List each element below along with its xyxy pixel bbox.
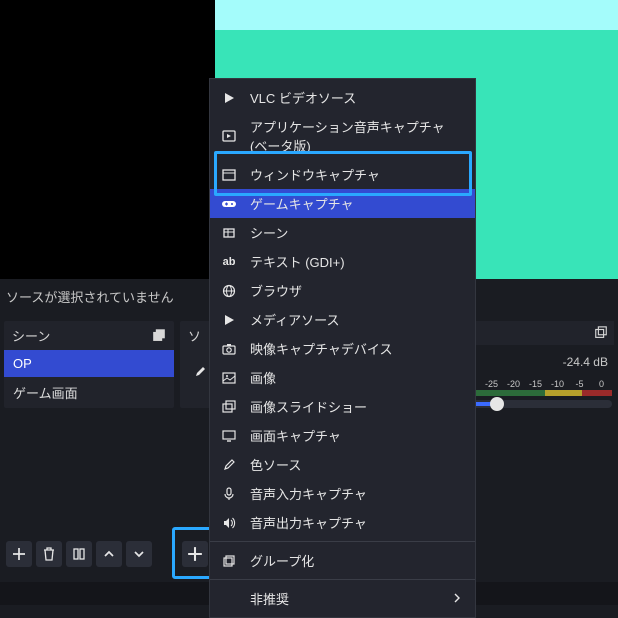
menu-label: 画面キャプチャ [250, 426, 341, 445]
gamepad-icon [220, 196, 238, 212]
menu-item-display-capture[interactable]: 画面キャプチャ [210, 421, 475, 450]
menu-item-media[interactable]: メディアソース [210, 305, 475, 334]
slider-thumb[interactable] [490, 397, 504, 411]
menu-label: 映像キャプチャデバイス [250, 339, 392, 358]
scene-item-game[interactable]: ゲーム画面 [4, 377, 174, 408]
menu-item-app-audio[interactable]: アプリケーション音声キャプチャ (ベータ版) [210, 112, 475, 160]
menu-label: 色ソース [250, 455, 301, 474]
tick: -15 [525, 378, 546, 390]
menu-label: メディアソース [250, 310, 339, 329]
blank-icon [220, 591, 238, 607]
mic-icon [220, 486, 238, 502]
scenes-panel-title: シーン [12, 326, 50, 345]
chevron-right-icon [453, 591, 461, 606]
menu-separator [210, 579, 475, 580]
menu-label: グループ化 [250, 551, 314, 570]
menu-label: ブラウザ [250, 281, 302, 300]
add-source-menu: VLC ビデオソース アプリケーション音声キャプチャ (ベータ版) ウィンドウキ… [209, 78, 476, 618]
sources-toolbar [182, 541, 208, 567]
audio-mixer-panel [462, 321, 614, 345]
menu-item-deprecated[interactable]: 非推奨 [210, 584, 475, 613]
add-source-button[interactable] [182, 541, 208, 567]
scene-list: OP ゲーム画面 [4, 350, 174, 408]
scene-filters-button[interactable] [66, 541, 92, 567]
menu-item-audio-output[interactable]: 音声出力キャプチャ [210, 508, 475, 537]
menu-label: ゲームキャプチャ [250, 194, 353, 213]
menu-item-game-capture[interactable]: ゲームキャプチャ [210, 189, 475, 218]
delete-scene-button[interactable] [36, 541, 62, 567]
menu-item-text[interactable]: ab テキスト (GDI+) [210, 247, 475, 276]
speaker-icon [220, 515, 238, 531]
play-icon [220, 312, 238, 328]
scene-toolbar [6, 541, 152, 567]
audio-db-value: -24.4 dB [563, 355, 608, 369]
camera-icon [220, 341, 238, 357]
menu-item-video-capture[interactable]: 映像キャプチャデバイス [210, 334, 475, 363]
menu-item-scene[interactable]: シーン [210, 218, 475, 247]
move-scene-down-button[interactable] [126, 541, 152, 567]
menu-item-image[interactable]: 画像 [210, 363, 475, 392]
tick: -25 [481, 378, 502, 390]
popout-icon[interactable] [594, 326, 608, 340]
move-scene-up-button[interactable] [96, 541, 122, 567]
app-audio-icon [220, 128, 238, 144]
menu-item-browser[interactable]: ブラウザ [210, 276, 475, 305]
menu-item-vlc[interactable]: VLC ビデオソース [210, 83, 475, 112]
menu-label: テキスト (GDI+) [250, 252, 345, 271]
globe-icon [220, 283, 238, 299]
menu-label: シーン [250, 223, 288, 242]
menu-label: 非推奨 [250, 589, 289, 608]
menu-item-group[interactable]: グループ化 [210, 546, 475, 575]
menu-label: アプリケーション音声キャプチャ (ベータ版) [250, 117, 461, 155]
audio-meter [464, 390, 612, 396]
display-icon [220, 428, 238, 444]
menu-label: 音声出力キャプチャ [250, 513, 367, 532]
preview-canvas-top [215, 0, 618, 30]
popout-icon[interactable] [152, 329, 166, 343]
scene-item-op[interactable]: OP [4, 350, 174, 377]
tick: 0 [591, 378, 612, 390]
scene-icon [220, 225, 238, 241]
volume-slider[interactable] [464, 400, 612, 408]
menu-label: 音声入力キャプチャ [250, 484, 367, 503]
menu-item-color-source[interactable]: 色ソース [210, 450, 475, 479]
no-source-selected-text: ソースが選択されていません [6, 287, 174, 306]
brush-icon [220, 457, 238, 473]
group-icon [220, 553, 238, 569]
menu-label: ウィンドウキャプチャ [250, 165, 380, 184]
sources-panel-title: ソ [188, 326, 201, 345]
menu-item-audio-input[interactable]: 音声入力キャプチャ [210, 479, 475, 508]
menu-label: 画像 [250, 368, 276, 387]
scenes-panel: シーン OP ゲーム画面 [4, 321, 174, 408]
image-icon [220, 370, 238, 386]
tick: -10 [547, 378, 568, 390]
brush-icon [193, 365, 207, 382]
menu-label: VLC ビデオソース [250, 88, 356, 107]
slideshow-icon [220, 399, 238, 415]
menu-label: 画像スライドショー [250, 397, 367, 416]
text-icon: ab [220, 254, 238, 270]
preview-black [0, 0, 215, 279]
tick: -20 [503, 378, 524, 390]
menu-item-window-capture[interactable]: ウィンドウキャプチャ [210, 160, 475, 189]
window-icon [220, 167, 238, 183]
menu-separator [210, 541, 475, 542]
play-icon [220, 90, 238, 106]
tick: -5 [569, 378, 590, 390]
add-scene-button[interactable] [6, 541, 32, 567]
menu-item-slideshow[interactable]: 画像スライドショー [210, 392, 475, 421]
